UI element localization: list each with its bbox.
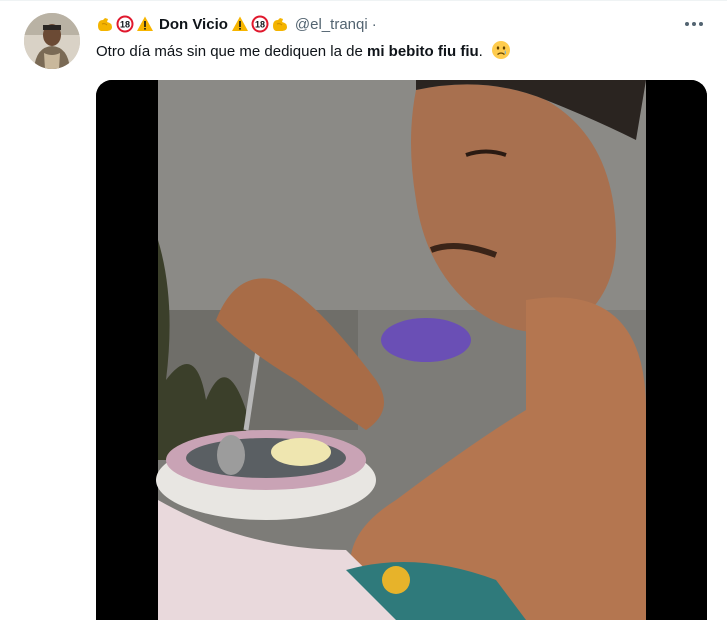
adults-only-18-emoji: 18 [251,15,269,33]
author-display-name[interactable]: Don Vicio [159,16,228,33]
tweet-text: Otro día más sin que me dediquen la de m… [96,40,513,63]
tweet-media-video[interactable] [96,80,707,620]
separator-dot: · [371,15,377,33]
flexed-biceps-emoji [271,15,289,33]
warning-emoji [136,15,154,33]
svg-text:18: 18 [120,20,130,30]
tweet-text-part: Otro día más sin que me dediquen la de [96,43,367,60]
divider [0,0,727,1]
tweet-text-end: . [478,43,483,60]
svg-text:18: 18 [255,20,265,30]
adults-only-18-emoji: 18 [116,15,134,33]
flexed-biceps-emoji [96,15,114,33]
more-options-button[interactable] [683,14,705,34]
avatar[interactable] [24,13,80,69]
tweet-text-bold: mi bebito fiu fiu [367,43,479,60]
tweet-header: 18 Don Vicio 18 @el_tranqi · [96,13,381,35]
warning-emoji [231,15,249,33]
author-handle[interactable]: @el_tranqi [295,16,368,33]
more-horizontal-icon [685,22,703,26]
crying-face-emoji [491,40,511,60]
